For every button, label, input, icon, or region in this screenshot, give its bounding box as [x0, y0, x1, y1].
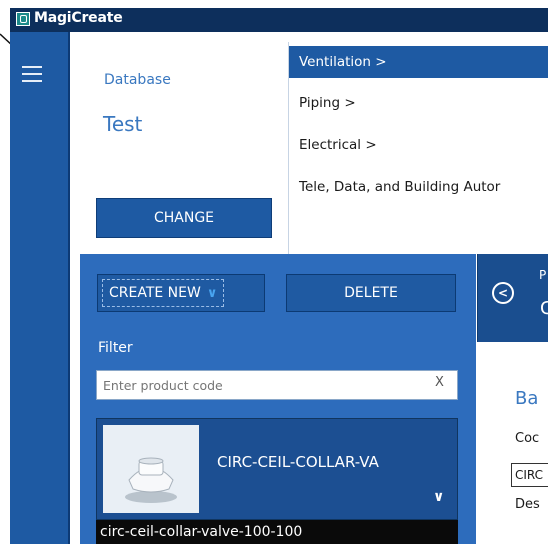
ceiling-valve-image [103, 425, 199, 513]
database-panel: Database Test CHANGE [80, 42, 287, 254]
category-electrical[interactable]: Electrical > [289, 129, 548, 161]
category-list: Ventilation > Piping > Electrical > Tele… [288, 42, 548, 254]
category-piping[interactable]: Piping > [289, 87, 548, 119]
section-title: Ba [515, 388, 539, 409]
product-name: CIRC-CEIL-COLLAR-VA [217, 453, 379, 471]
create-new-button[interactable]: CREATE NEW ∨ [97, 274, 265, 312]
description-label: Des [515, 497, 540, 512]
clear-filter-button[interactable]: X [435, 375, 444, 390]
product-card[interactable]: CIRC-CEIL-COLLAR-VA ∨ [96, 418, 458, 520]
database-value: Test [103, 112, 143, 136]
filter-input[interactable] [96, 370, 458, 400]
filter-label: Filter [98, 340, 133, 356]
details-header-title: C [540, 298, 548, 319]
create-new-focus: CREATE NEW ∨ [102, 279, 225, 307]
create-new-label: CREATE NEW [109, 285, 201, 301]
hamburger-icon[interactable] [22, 66, 42, 82]
app-title: MagiCreate [34, 10, 123, 26]
details-header-small: P [539, 268, 547, 282]
category-tele-data[interactable]: Tele, Data, and Building Autor [289, 171, 548, 203]
change-button[interactable]: CHANGE [96, 198, 272, 238]
product-panel: CREATE NEW ∨ DELETE Filter X CIRC-CEIL-C… [80, 254, 476, 544]
title-bar: MagiCreate [10, 8, 548, 32]
chevron-down-icon: ∨ [206, 285, 218, 301]
chevron-down-icon[interactable]: ∨ [433, 489, 444, 505]
nav-rail [10, 32, 70, 544]
product-description[interactable]: circ-ceil-collar-valve-100-100 [96, 520, 458, 544]
code-field[interactable]: CIRC [511, 463, 548, 487]
database-label: Database [104, 72, 171, 88]
code-label: Coc [515, 431, 540, 446]
app-logo-icon [16, 12, 30, 26]
back-circle-icon[interactable]: < [492, 282, 514, 304]
category-ventilation[interactable]: Ventilation > [289, 46, 548, 78]
delete-button[interactable]: DELETE [286, 274, 456, 312]
details-panel: < P C Ba Coc CIRC Des [477, 254, 548, 544]
details-header: < P C [477, 254, 548, 342]
